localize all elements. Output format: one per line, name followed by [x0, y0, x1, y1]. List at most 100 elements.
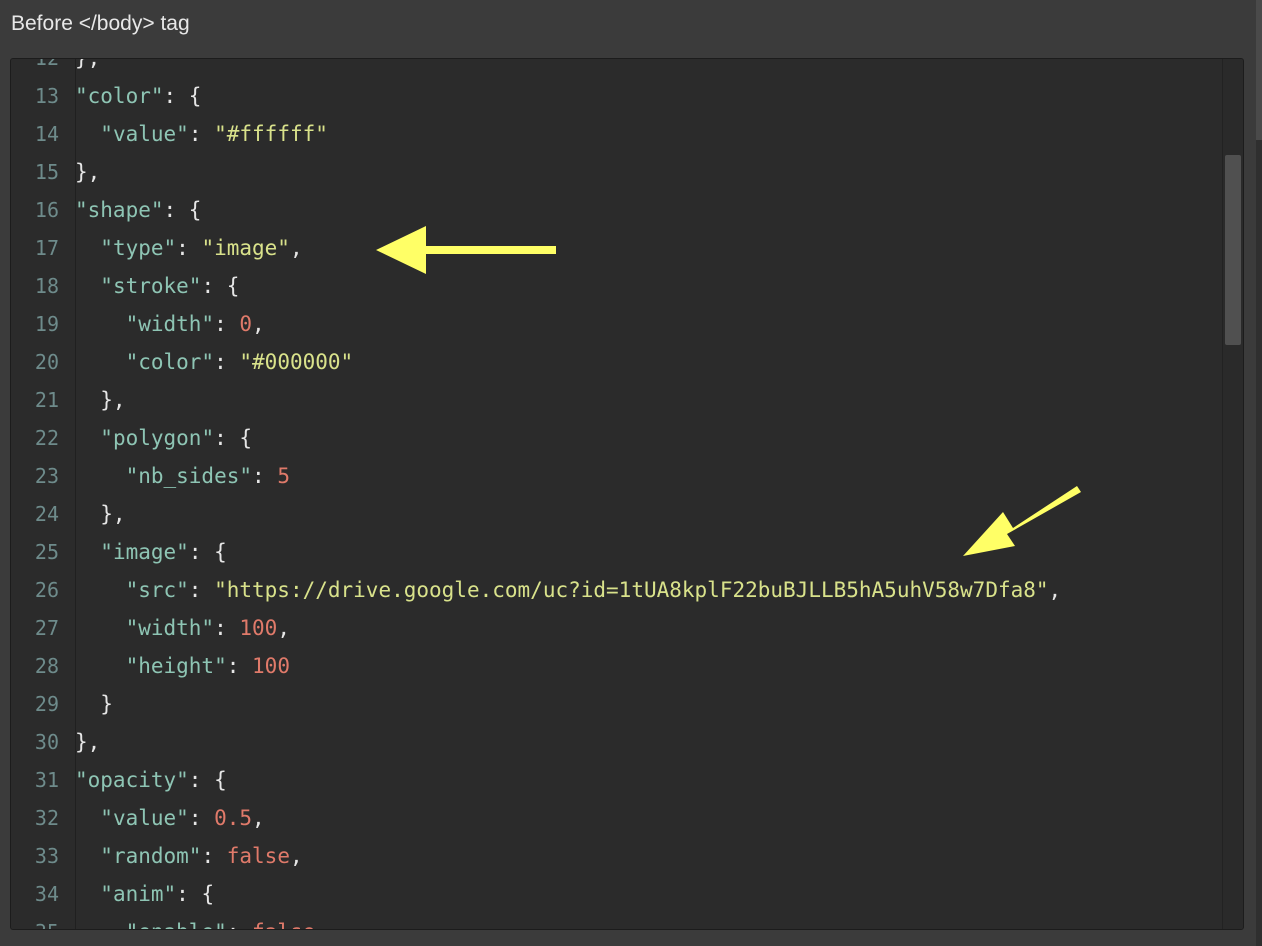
code-token: "#000000" — [239, 350, 354, 374]
code-token: "shape" — [75, 198, 164, 222]
code-text: "enable": false — [75, 913, 316, 929]
code-token: : — [226, 654, 253, 678]
code-token: : — [227, 920, 252, 929]
code-token: : — [176, 236, 202, 260]
code-text: }, — [75, 381, 126, 419]
code-text: "color": { — [75, 77, 201, 115]
line-number: 33 — [34, 844, 59, 868]
code-token: : { — [176, 882, 215, 906]
code-line: 27 "width": 100, — [11, 609, 1223, 647]
code-text: }, — [75, 723, 100, 761]
code-line: 31 "opacity": { — [11, 761, 1223, 799]
code-token: "random" — [100, 844, 202, 868]
code-token: : { — [201, 274, 240, 298]
code-token: }, — [75, 502, 126, 526]
code-text: "width": 100, — [75, 609, 290, 647]
code-token: , — [1048, 578, 1062, 602]
code-token: } — [75, 692, 113, 716]
code-token: 0 — [239, 312, 253, 336]
code-text: "src": "https://drive.google.com/uc?id=1… — [75, 571, 1062, 609]
code-token: false — [226, 844, 290, 868]
code-token: : { — [163, 84, 202, 108]
code-line: 13 "color": { — [11, 77, 1223, 115]
code-token: : — [188, 806, 215, 830]
line-number: 24 — [34, 502, 59, 526]
line-number: 26 — [34, 578, 59, 602]
code-line: 21 }, — [11, 381, 1223, 419]
line-number: 23 — [34, 464, 59, 488]
code-token: "value" — [100, 122, 189, 146]
code-line: 18 "stroke": { — [11, 267, 1223, 305]
code-token: , — [252, 312, 265, 336]
line-number: 35 — [11, 913, 59, 929]
code-token: "color" — [125, 350, 215, 374]
code-text: "value": 0.5, — [75, 799, 265, 837]
panel-scrollbar-thumb[interactable] — [1256, 0, 1262, 140]
code-token: : — [252, 464, 278, 488]
code-token: "type" — [100, 236, 177, 260]
code-text: "polygon": { — [75, 419, 252, 457]
code-text: "opacity": { — [75, 761, 227, 799]
code-token: : — [214, 350, 240, 374]
code-text: }, — [75, 153, 100, 191]
code-token: 5 — [277, 464, 290, 488]
panel-scrollbar[interactable] — [1256, 0, 1262, 946]
code-token: "image" — [201, 236, 290, 260]
code-token: "enable" — [126, 920, 227, 929]
code-text: "width": 0, — [75, 305, 265, 343]
code-text: }, — [75, 495, 126, 533]
editor-scrollbar[interactable] — [1222, 59, 1243, 929]
line-number: 17 — [34, 236, 59, 260]
code-token: 100 — [252, 654, 290, 678]
code-token: , — [277, 616, 290, 640]
code-token: "https://drive.google.com/uc?id=1tUA8kpl… — [214, 578, 1049, 602]
panel-title: Before </body> tag — [11, 12, 190, 35]
line-number: 20 — [34, 350, 59, 374]
code-line: 15}, — [11, 153, 1223, 191]
code-token: , — [252, 806, 265, 830]
code-token: false — [252, 920, 315, 929]
code-token: : { — [188, 768, 227, 792]
code-token: "polygon" — [100, 426, 215, 450]
line-number: 21 — [34, 388, 59, 412]
code-token: : — [214, 312, 240, 336]
line-number: 28 — [34, 654, 59, 678]
code-token: "src" — [125, 578, 189, 602]
editor-scrollbar-thumb[interactable] — [1225, 155, 1241, 345]
code-line: 29 } — [11, 685, 1223, 723]
code-line: 20 "color": "#000000" — [11, 343, 1223, 381]
line-number: 18 — [34, 274, 59, 298]
code-token: 100 — [239, 616, 278, 640]
code-token: }, — [75, 58, 101, 70]
code-panel: Before </body> tag 12}, 13 "color": { 14 "v… — [0, 0, 1262, 946]
code-token: , — [289, 236, 303, 260]
code-text: "value": "#ffffff" — [75, 115, 328, 153]
code-token: "stroke" — [100, 274, 202, 298]
line-number: 25 — [34, 540, 59, 564]
code-token: : { — [214, 426, 253, 450]
line-number: 14 — [34, 122, 59, 146]
code-text: "image": { — [75, 533, 226, 571]
line-number: 32 — [34, 806, 59, 830]
code-token: }, — [75, 388, 126, 412]
code-line: 33 "random": false, — [11, 837, 1223, 875]
code-text: "stroke": { — [75, 267, 239, 305]
code-token: "width" — [125, 312, 215, 336]
code-text: "random": false, — [75, 837, 302, 875]
code-line: 12}, — [11, 58, 1223, 77]
code-token: "value" — [100, 806, 189, 830]
code-line: 35 "enable": false — [11, 913, 1223, 929]
code-line: 22 "polygon": { — [11, 419, 1223, 457]
code-token: 0.5 — [214, 806, 253, 830]
code-token: "image" — [100, 540, 189, 564]
code-text: "anim": { — [75, 875, 214, 913]
code-text: "shape": { — [75, 191, 201, 229]
code-token: "nb_sides" — [125, 464, 253, 488]
